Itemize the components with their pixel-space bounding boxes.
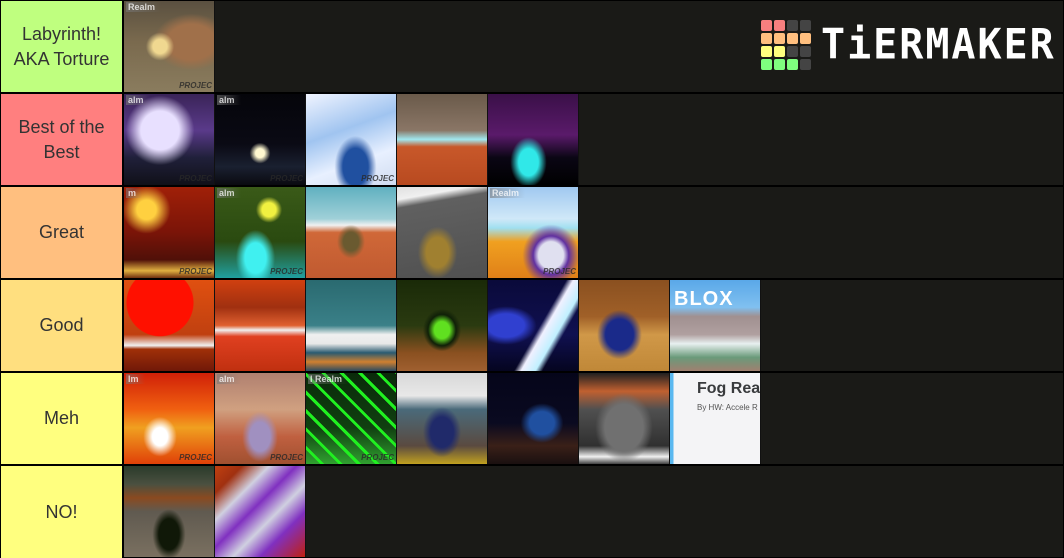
tier-item-dark-neon-track[interactable]: alm PROJEC [215, 94, 306, 185]
tile-footer-text: PROJEC [179, 174, 212, 183]
tile-footer-text: PROJEC [179, 453, 212, 462]
tier-items: m PROJEC alm PROJEC Realm PROJEC [124, 187, 1063, 278]
tier-items: alm PROJEC alm PROJEC PROJEC [124, 94, 1063, 185]
tier-item-green-grid-car[interactable]: l Realm PROJEC [306, 373, 397, 464]
tier-row: Great m PROJEC alm PROJEC Realm PROJEC [1, 187, 1063, 280]
tier-label[interactable]: NO! [1, 466, 124, 558]
game-card-subtitle: By HW: Accele R [697, 403, 758, 412]
logo-grid-cell [761, 46, 772, 57]
tier-row: Good BLOX [1, 280, 1063, 373]
tile-watermark: alm [217, 188, 241, 198]
tier-item-night-blue-car[interactable] [488, 373, 579, 464]
tile-watermark: m [126, 188, 143, 198]
tier-item-purple-eyes-cyan-car[interactable] [488, 94, 579, 185]
tier-item-gray-valley-blue-car[interactable] [397, 373, 488, 464]
tile-watermark: alm [217, 374, 241, 384]
tier-item-red-sun-black-car[interactable] [124, 280, 215, 371]
tier-label-text: Labyrinth! AKA Torture [13, 23, 110, 69]
tier-item-space-blue-car-beam[interactable] [488, 280, 579, 371]
tier-label[interactable]: Meh [1, 373, 124, 464]
tier-items: lm PROJEC alm PROJEC l Realm PROJEC Fog Rea By … [124, 373, 1063, 464]
tier-label[interactable]: Best of the Best [1, 94, 124, 185]
tier-item-roblox-house[interactable]: BLOX [670, 280, 761, 371]
logo-grid-cell [800, 59, 811, 70]
logo-grid-cell [787, 20, 798, 31]
tier-label-text: NO! [45, 501, 78, 522]
tile-footer-text: PROJEC [270, 267, 303, 276]
logo-grid-cell [800, 20, 811, 31]
tier-item-stadium-orange-track[interactable] [579, 373, 670, 464]
tiermaker-logo[interactable]: TiERMAKER [761, 20, 1056, 70]
logo-grid-cell [774, 33, 785, 44]
tier-rows: Labyrinth! AKA Torture Realm PROJEC Best of … [1, 1, 1063, 558]
tier-item-purple-tunnel-blue-car[interactable]: alm PROJEC [124, 94, 215, 185]
tier-list-board: Labyrinth! AKA Torture Realm PROJEC Best of … [0, 0, 1064, 558]
logo-grid-cell [774, 59, 785, 70]
tier-label[interactable]: Labyrinth! AKA Torture [1, 1, 124, 92]
tile-watermark: Realm [490, 188, 526, 198]
tile-footer-text: PROJEC [179, 267, 212, 276]
logo-text: TiERMAKER [821, 20, 1056, 70]
tier-item-ice-loop-blue-car[interactable]: PROJEC [306, 94, 397, 185]
logo-grid-cell [787, 59, 798, 70]
tier-label[interactable]: Good [1, 280, 124, 371]
logo-grid-cell [761, 59, 772, 70]
logo-grid-cell [800, 33, 811, 44]
tile-watermark: Realm [126, 2, 162, 12]
tier-label[interactable]: Great [1, 187, 124, 278]
tier-row: Best of the Best alm PROJEC alm PROJEC PROJEC [1, 94, 1063, 187]
tier-item-canyon-glow-track[interactable] [215, 280, 306, 371]
tile-watermark: l Realm [308, 374, 349, 384]
tile-footer-text: PROJEC [543, 267, 576, 276]
tier-item-purple-white-car[interactable] [215, 466, 306, 557]
tier-label-text: Great [38, 222, 85, 242]
logo-grid-cell [787, 33, 798, 44]
tile-footer-text: PROJEC [270, 174, 303, 183]
tile-footer-text: PROJEC [270, 453, 303, 462]
tier-item-room-green-car[interactable] [124, 466, 215, 557]
tier-item-sand-blue-car[interactable] [579, 280, 670, 371]
tier-label-text: Best of the Best [18, 116, 105, 162]
tier-item-lava-loop-car[interactable]: lm PROJEC [124, 373, 215, 464]
logo-grid-cell [761, 33, 772, 44]
tier-item-sky-track-purple-car[interactable]: Realm PROJEC [488, 187, 579, 278]
tier-items [124, 466, 1063, 558]
tile-footer-text: PROJEC [361, 453, 394, 462]
tile-watermark: lm [126, 374, 145, 384]
tier-item-dusty-loop-silver-car[interactable]: alm PROJEC [215, 373, 306, 464]
logo-grid-cell [787, 46, 798, 57]
tier-items: BLOX [124, 280, 1063, 371]
tile-watermark: alm [217, 95, 241, 105]
tier-item-labyrinth-monster-car[interactable]: Realm PROJEC [124, 1, 215, 92]
tile-watermark: BLOX [674, 288, 734, 310]
tile-watermark: alm [126, 95, 150, 105]
game-card-title: Fog Rea [697, 380, 761, 397]
logo-grid-cell [774, 20, 785, 31]
logo-grid-cell [774, 46, 785, 57]
tier-item-green-monster-cyan-car[interactable]: alm PROJEC [215, 187, 306, 278]
tier-item-teal-bridge-track[interactable] [306, 280, 397, 371]
logo-grid-icon [761, 20, 811, 70]
tier-item-orange-loop-gold-car[interactable] [306, 187, 397, 278]
logo-grid-cell [800, 46, 811, 57]
tier-label-text: Meh [43, 408, 79, 428]
tile-footer-text: PROJEC [361, 174, 394, 183]
tier-item-orange-arena-white-car[interactable] [397, 94, 488, 185]
tier-label-text: Good [39, 315, 84, 335]
tier-item-fog-realm-game-card[interactable]: Fog Rea By HW: Accele R [670, 373, 761, 464]
tier-row: Meh lm PROJEC alm PROJEC l Realm PROJEC Fog Rea… [1, 373, 1063, 466]
tier-item-dark-green-neon-car[interactable] [397, 280, 488, 371]
tier-row: NO! [1, 466, 1063, 558]
tier-item-gray-road-gold-car[interactable] [397, 187, 488, 278]
tile-footer-text: PROJEC [179, 81, 212, 90]
tier-item-red-fire-truck[interactable]: m PROJEC [124, 187, 215, 278]
logo-grid-cell [761, 20, 772, 31]
